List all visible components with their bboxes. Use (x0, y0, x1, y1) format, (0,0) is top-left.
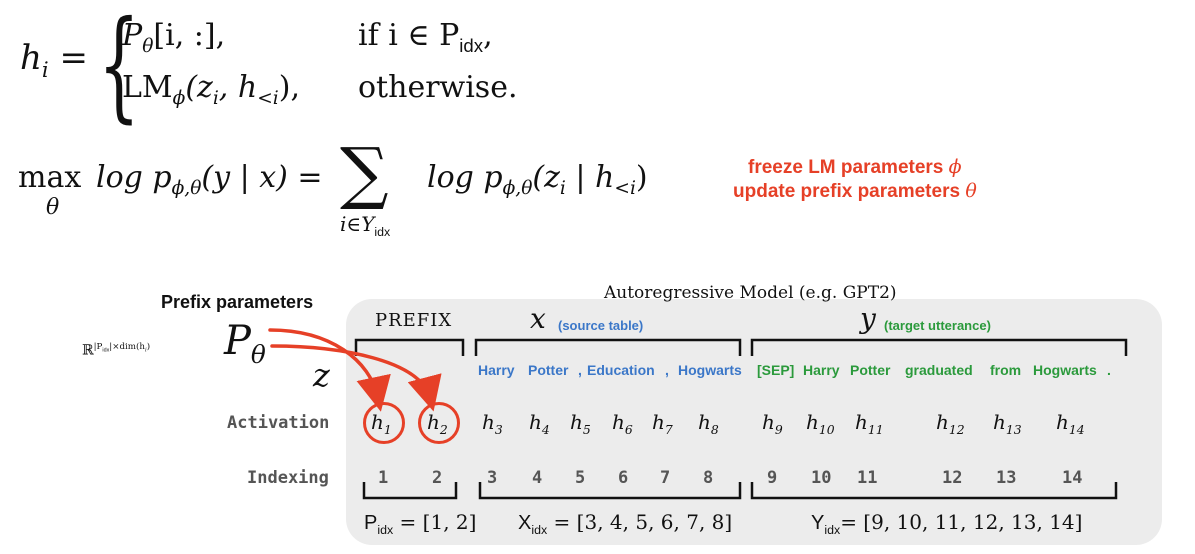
prefix-bottom-bracket (362, 482, 458, 500)
x-bottom-bracket (478, 482, 742, 500)
x-top-bracket (474, 338, 742, 356)
prefix-top-bracket (354, 338, 465, 356)
y-top-bracket (750, 338, 1128, 356)
y-bottom-bracket (750, 482, 1118, 500)
arrow-to-h2 (270, 344, 442, 412)
diagram-lines (268, 328, 1128, 500)
